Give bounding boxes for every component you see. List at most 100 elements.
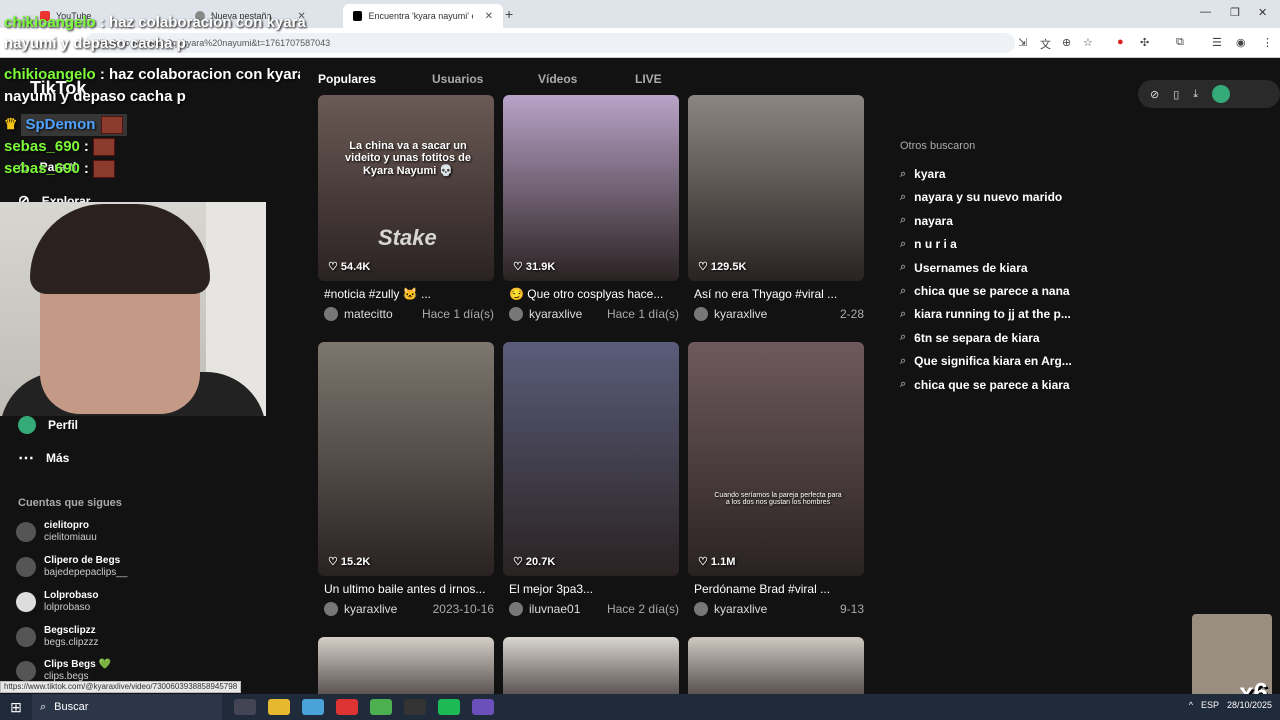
account-item[interactable]: Begsclipzz begs.clipzzz [16,625,98,649]
related-search-item[interactable]: ⌕ nayara [900,214,953,228]
profile-avatar[interactable]: ◉ [1236,36,1246,49]
file-explorer-icon[interactable] [268,699,290,715]
download-icon[interactable]: ⤓ [1193,88,1198,101]
account-item[interactable]: Lolprobaso lolprobaso [16,590,98,614]
obs-icon[interactable] [404,699,426,715]
author-name[interactable]: kyaraxlive [714,602,767,616]
heart-icon: ♡ [513,556,526,568]
like-count: ♡ 1.1M [698,555,735,568]
like-count: ♡ 20.7K [513,555,555,568]
video-thumbnail[interactable]: ♡ 31.9K [503,95,679,281]
task-view-icon[interactable] [234,699,256,715]
search-icon: ⌕ [900,261,907,274]
author-name[interactable]: kyaraxlive [344,602,397,616]
language-indicator[interactable]: ESP [1201,700,1219,710]
related-search-item[interactable]: ⌕ chica que se parece a kiara [900,378,1070,392]
video-caption[interactable]: Un ultimo baile antes d irnos... [324,582,496,596]
author-name[interactable]: kyaraxlive [529,307,582,321]
avatar[interactable] [509,602,523,616]
video-caption[interactable]: #noticia #zully 🐱 ... [324,287,496,301]
video-thumbnail[interactable]: La china va a sacar un videito y unas fo… [318,95,494,281]
related-search-item[interactable]: ⌕ Que significa kiara en Arg... [900,354,1072,368]
compass-icon[interactable]: ⊘ [1150,88,1159,101]
video-caption[interactable]: 😏 Que otro cosplyas hace... [509,287,681,301]
related-search-item[interactable]: ⌕ kyara [900,167,946,181]
related-search-item[interactable]: ⌕ Usernames de kiara [900,261,1028,275]
related-search-item[interactable]: ⌕ n u r i a [900,237,957,251]
zoom-icon[interactable]: ⊕ [1062,36,1071,49]
related-search-item[interactable]: ⌕ 6tn se separa de kiara [900,331,1040,345]
new-tab-button[interactable]: + [505,6,513,22]
account-item[interactable]: Clips Begs 💚 clips.begs [16,659,111,683]
app-icon[interactable] [336,699,358,715]
translate-icon[interactable]: 文 [1040,36,1051,52]
author-name[interactable]: matecitto [344,307,393,321]
tab-populares[interactable]: Populares [318,72,376,86]
tab-live[interactable]: LIVE [635,72,662,86]
minimize-icon[interactable]: — [1200,6,1211,18]
tab-tiktok-search[interactable]: Encuentra 'kyara nayumi' en Ti✕ [343,4,503,28]
video-date: Hace 1 día(s) [421,307,494,321]
store-icon[interactable] [302,699,324,715]
chevron-up-icon[interactable]: ^ [1189,700,1193,710]
thumbnail-text: Cuando seríamos la pareja perfecta para … [714,492,842,506]
like-value: 129.5K [710,261,747,273]
like-count: ♡ 54.4K [328,260,370,273]
chat-message: chikioangelo : haz colaboracion con kyar… [4,66,306,105]
video-thumbnail[interactable]: ♡ 20.7K [503,342,679,576]
puzzle-icon[interactable]: ✣ [1140,36,1149,49]
search-icon: ⌕ [900,237,907,250]
windows-start-icon[interactable]: ⊞ [0,699,32,716]
phone-icon[interactable]: ▯ [1173,88,1179,101]
screenshot-icon[interactable]: ⧉ [1176,36,1184,49]
bookmark-icon[interactable]: ☆ [1083,36,1093,49]
right-pane: ⊘ ▯ ⤓ Otros buscaron ⌕ kyara ⌕ nayara y su … [880,58,1280,698]
video-thumbnail[interactable]: Cuando seríamos la pareja perfecta para … [688,342,864,576]
stream-chat: chikioangelo : haz colaboracion con kyar… [4,64,314,180]
maximize-icon[interactable]: ❐ [1230,6,1240,19]
related-search-label: kyara [914,167,946,181]
author-name[interactable]: kyaraxlive [714,307,767,321]
nav-mas[interactable]: ⋯ Más [18,448,69,468]
related-search-item[interactable]: ⌕ nayara y su nuevo marido [900,190,1062,204]
video-thumbnail[interactable]: ♡ 15.2K [318,342,494,576]
chrome-taskbar-icon[interactable] [370,699,392,715]
related-search-item[interactable]: ⌕ chica que se parece a nana [900,284,1070,298]
video-caption[interactable]: Perdóname Brad #viral ... [694,582,866,596]
video-meta: kyaraxlive Hace 1 día(s) [509,307,679,321]
avatar[interactable] [694,602,708,616]
tab-usuarios[interactable]: Usuarios [432,72,483,86]
video-thumbnail[interactable]: ♡ 129.5K [688,95,864,281]
video-caption[interactable]: Así no era Thyago #viral ... [694,287,866,301]
nav-perfil[interactable]: Perfil [18,416,78,434]
install-icon[interactable]: ⇲ [1018,36,1027,49]
author-name[interactable]: iluvnae01 [529,602,580,616]
video-date: 2023-10-16 [432,602,494,616]
taskbar-search[interactable]: ⌕ Buscar [32,694,222,720]
related-search-label: 6tn se separa de kiara [914,330,1040,345]
heart-icon: ♡ [698,556,711,568]
search-icon: ⌕ [900,378,907,391]
video-caption[interactable]: El mejor 3pa3... [509,582,681,596]
video-meta: matecitto Hace 1 día(s) [324,307,494,321]
account-item[interactable]: cielitopro cielitomiauu [16,520,97,544]
avatar[interactable] [694,307,708,321]
avatar[interactable] [324,307,338,321]
related-search-item[interactable]: ⌕ kiara running to jj at the p... [900,307,1071,321]
close-tab-icon[interactable]: ✕ [485,11,493,22]
search-tabs: Populares Usuarios Vídeos LIVE [300,58,880,98]
tab-videos[interactable]: Vídeos [538,72,577,86]
discord-icon[interactable] [472,699,494,715]
emote-icon [101,116,124,134]
avatar[interactable] [1212,85,1231,103]
close-window-icon[interactable]: ✕ [1258,6,1267,19]
spotify-icon[interactable] [438,699,460,715]
avatar[interactable] [509,307,523,321]
menu-icon[interactable]: ⋮ [1262,36,1273,49]
avatar[interactable] [324,602,338,616]
account-item[interactable]: Clipero de Begs bajedepepaclips__ [16,555,127,579]
monkey-overlay: x6 [1192,614,1272,707]
extension-icon[interactable]: ● [1117,36,1124,48]
clock[interactable]: 28/10/2025 [1227,700,1272,710]
sidepanel-icon[interactable]: ☰ [1212,36,1222,49]
